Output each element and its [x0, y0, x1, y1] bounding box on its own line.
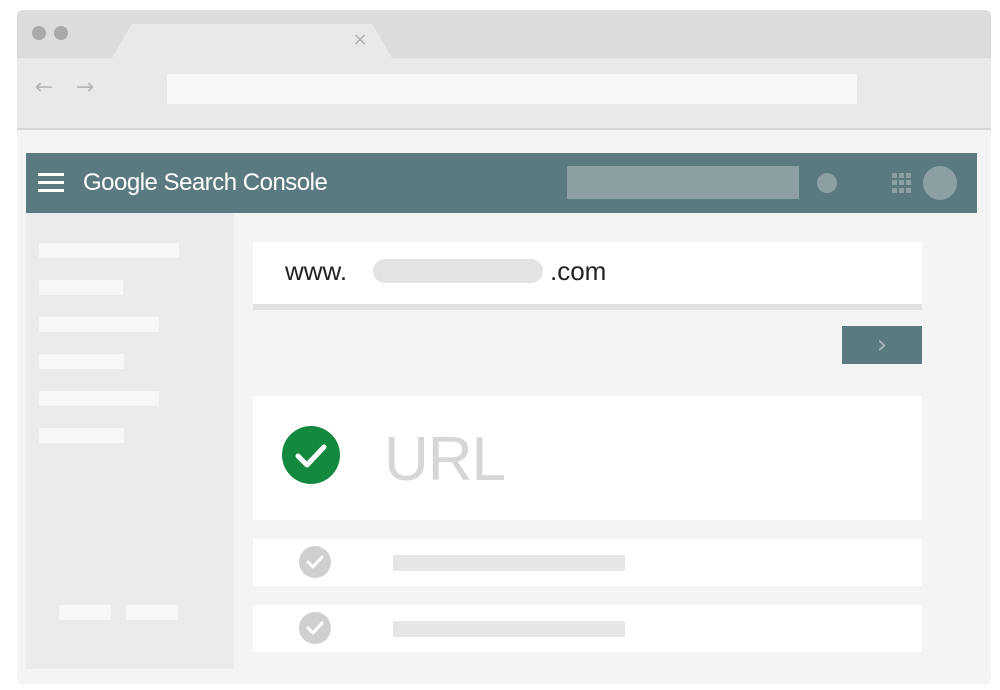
sidebar-item[interactable] [39, 354, 124, 369]
check-circle-icon [299, 612, 331, 644]
list-item-placeholder-text [393, 555, 625, 571]
inspection-result-card: URL [253, 396, 922, 520]
hamburger-menu-icon[interactable] [38, 173, 64, 193]
app-title: Google Search Console [83, 169, 328, 196]
address-bar[interactable] [167, 74, 857, 104]
page-viewport: Google Search Console www. .com › URL [17, 130, 991, 684]
url-suffix: .com [550, 256, 607, 286]
list-item [253, 605, 922, 652]
window-minimize-dot[interactable] [54, 26, 68, 40]
help-icon[interactable] [817, 173, 837, 193]
check-circle-icon [282, 426, 340, 484]
avatar[interactable] [923, 166, 957, 200]
sidebar-item[interactable] [39, 317, 159, 332]
url-domain-placeholder [373, 259, 543, 283]
sidebar-footer-link[interactable] [59, 605, 111, 620]
apps-grid-icon[interactable] [892, 173, 912, 193]
url-prefix: www. [285, 256, 348, 286]
sidebar-item[interactable] [39, 280, 123, 295]
browser-toolbar: ← → [17, 58, 991, 130]
sidebar [26, 213, 234, 669]
window-close-dot[interactable] [32, 26, 46, 40]
result-label: URL [384, 425, 506, 494]
browser-window: × ← → Google Search Console www. .com › … [17, 10, 991, 684]
sidebar-item[interactable] [39, 243, 179, 258]
check-circle-icon [299, 546, 331, 578]
list-item-placeholder-text [393, 621, 625, 637]
forward-arrow-icon[interactable]: → [73, 76, 97, 100]
sidebar-item[interactable] [39, 391, 159, 406]
search-box[interactable] [567, 166, 799, 199]
sidebar-footer-link[interactable] [126, 605, 178, 620]
list-item [253, 539, 922, 586]
back-arrow-icon[interactable]: ← [32, 76, 56, 100]
window-controls [32, 26, 68, 40]
app-header: Google Search Console [26, 153, 977, 213]
sidebar-item[interactable] [39, 428, 124, 443]
tab-close-icon[interactable]: × [350, 30, 370, 50]
url-inspection-input[interactable]: www. .com [253, 242, 922, 310]
inspect-submit-button[interactable]: › [842, 326, 922, 364]
